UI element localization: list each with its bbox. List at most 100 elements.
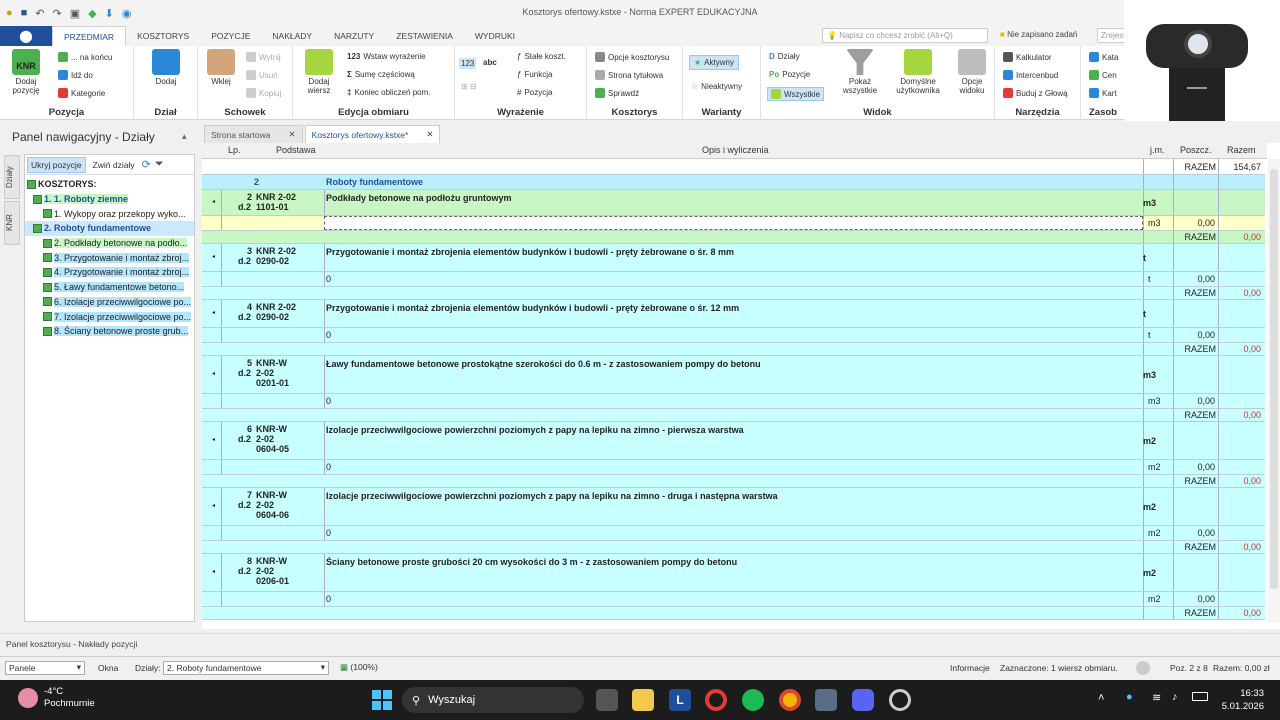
collapse-sections-button[interactable]: Zwiń działy bbox=[90, 158, 138, 172]
position-row[interactable]: ◂ 2 KNR 2-02 d.2 1101-01 Podkłady betonowe na… bbox=[202, 190, 1265, 216]
unsaved-tasks[interactable]: ■ Nie zapisano zadań bbox=[1000, 30, 1077, 39]
tree-item[interactable]: 2. Roboty fundamentowe bbox=[25, 221, 194, 236]
estimate-options-button[interactable]: Opcje kosztorysu bbox=[595, 52, 669, 62]
function-button[interactable]: ƒ Funkcja bbox=[517, 70, 552, 79]
categories-button[interactable]: Kategorie bbox=[58, 88, 105, 98]
clock[interactable]: 16:33 5.01.2026 bbox=[1214, 687, 1264, 713]
end-calc-button[interactable]: ‡ Koniec obliczeń pom. bbox=[347, 88, 431, 97]
calc-row[interactable]: 0 t 0,00 bbox=[202, 328, 1265, 343]
expand-arrow-icon[interactable]: ◂ bbox=[212, 502, 215, 509]
tree-item[interactable]: 5. Ławy fundamentowe betono... bbox=[25, 280, 194, 295]
buduj-button[interactable]: Buduj z Głową bbox=[1003, 88, 1068, 98]
tree-item[interactable]: 7. Izolacje przeciwwilgociowe po... bbox=[25, 309, 194, 324]
expand-arrow-icon[interactable]: ◂ bbox=[212, 198, 215, 205]
prices-button[interactable]: Cen bbox=[1089, 70, 1117, 80]
show-all-button[interactable]: Pokaż wszystkie bbox=[833, 49, 887, 95]
tree-item[interactable]: 1. 1. Roboty ziemne bbox=[25, 192, 194, 207]
refresh-icon[interactable]: ⟳ bbox=[142, 158, 151, 171]
text-mode-button[interactable]: abc bbox=[483, 58, 497, 67]
insert-expression-button[interactable]: 123 Wstaw wyrażenie bbox=[347, 52, 426, 61]
title-page-button[interactable]: Strona tytułowa bbox=[595, 70, 663, 80]
tree-item[interactable]: 1. Wykopy oraz przekopy wyko... bbox=[25, 206, 194, 221]
view-options-button[interactable]: Opcje widoku bbox=[951, 49, 993, 95]
app-menu-button[interactable]: ⬤ bbox=[0, 26, 52, 46]
vertical-scrollbar[interactable] bbox=[1268, 159, 1280, 623]
l-app-icon[interactable]: L bbox=[669, 689, 691, 711]
numeric-mode-button[interactable]: 123 bbox=[459, 58, 477, 69]
tab-zestawienia[interactable]: ZESTAWIENIA bbox=[385, 26, 464, 46]
add-row-button[interactable]: Dodaj wiersz bbox=[297, 49, 341, 95]
tree-item[interactable]: 8. Ściany betonowe proste grub... bbox=[25, 324, 194, 339]
tab-pozycje[interactable]: POZYCJE bbox=[200, 26, 261, 46]
calc-edit-field[interactable] bbox=[324, 216, 1143, 230]
tab-kosztorys[interactable]: KOSZTORYS bbox=[126, 26, 200, 46]
paste-button[interactable]: Wklej bbox=[204, 49, 238, 86]
info-label[interactable]: Informacje bbox=[950, 663, 990, 673]
cut-button[interactable]: Wytnij bbox=[246, 52, 281, 62]
tray-chevron-icon[interactable]: ˄ bbox=[1098, 692, 1104, 704]
copy-button[interactable]: Kopiuj bbox=[246, 88, 281, 98]
microphone-icon[interactable]: ● bbox=[1126, 691, 1133, 703]
tab-naklady[interactable]: NAKŁADY bbox=[261, 26, 323, 46]
expand-arrow-icon[interactable]: ◂ bbox=[212, 568, 215, 575]
file-explorer-icon[interactable] bbox=[632, 689, 654, 711]
opera-icon[interactable] bbox=[705, 689, 727, 711]
scrollbar-thumb[interactable] bbox=[1270, 169, 1278, 589]
expand-arrow-icon[interactable]: ◂ bbox=[212, 253, 215, 260]
zoom-indicator[interactable]: ▦ (100%) bbox=[340, 662, 378, 673]
calc-row[interactable]: m3 0,00 bbox=[202, 216, 1265, 231]
expand-arrow-icon[interactable]: ◂ bbox=[212, 436, 215, 443]
tree-item[interactable]: 4. Przygotowanie i montaż zbroj... bbox=[25, 265, 194, 280]
tab-wydruki[interactable]: WYDRUKI bbox=[464, 26, 526, 46]
calculator-button[interactable]: Kalkulator bbox=[1003, 52, 1052, 62]
header-razem[interactable]: Razem bbox=[1227, 145, 1256, 155]
sections-view-button[interactable]: D Działy bbox=[769, 52, 800, 61]
tree-item[interactable]: 3. Przygotowanie i montaż zbroj... bbox=[25, 250, 194, 265]
position-total-row[interactable]: RAZEM 0,00 bbox=[202, 607, 1265, 620]
wifi-icon[interactable]: ≋ bbox=[1152, 691, 1161, 704]
position-total-row[interactable]: RAZEM 0,00 bbox=[202, 541, 1265, 554]
position-row[interactable]: ◂ 4 KNR 2-02 d.2 0290-02 Przygotowanie i mont… bbox=[202, 300, 1265, 328]
hide-positions-button[interactable]: Ukryj pozycje bbox=[27, 156, 86, 173]
task-view-icon[interactable] bbox=[596, 689, 618, 711]
position-total-row[interactable]: RAZEM 0,00 bbox=[202, 287, 1265, 300]
tab-narzuty[interactable]: NARZUTY bbox=[323, 26, 385, 46]
header-opis[interactable]: Opis i wyliczenia bbox=[702, 145, 769, 155]
header-lp[interactable]: Lp. bbox=[228, 145, 241, 155]
discord-icon[interactable] bbox=[852, 689, 874, 711]
calc-row[interactable]: 0 m3 0,00 bbox=[202, 394, 1265, 409]
panel-status-label[interactable]: Panel kosztorysu - Nakłady pozycji bbox=[6, 639, 137, 649]
vtab-dzialy[interactable]: Działy bbox=[4, 155, 20, 199]
position-total-row[interactable]: RAZEM 0,00 bbox=[202, 409, 1265, 422]
header-jm[interactable]: j.m. bbox=[1150, 145, 1165, 155]
catalog-button[interactable]: Kata bbox=[1089, 52, 1118, 62]
position-row[interactable]: ◂ 7 KNR-W d.2 2-02 0604-06 Izolacje przeciwwil… bbox=[202, 488, 1265, 526]
check-button[interactable]: Sprawdź bbox=[595, 88, 639, 98]
calc-row[interactable]: 0 t 0,00 bbox=[202, 272, 1265, 287]
positions-view-button[interactable]: Po Pozycje bbox=[769, 70, 810, 79]
windows-label[interactable]: Okna bbox=[98, 663, 118, 673]
tree-item[interactable]: 2. Podkłady betonowe na podło... bbox=[25, 236, 194, 251]
constants-button[interactable]: ƒ Stałe koszt. bbox=[517, 52, 566, 61]
taskbar-search[interactable]: ⚲ Wyszukaj bbox=[402, 687, 584, 713]
tell-me-input[interactable]: 💡 Napisz co chcesz zrobić (Alt+Q) bbox=[822, 28, 988, 43]
header-podstawa[interactable]: Podstawa bbox=[276, 145, 316, 155]
user-default-button[interactable]: Domyślne użytkownika bbox=[889, 49, 947, 95]
cards-button[interactable]: Kart bbox=[1089, 88, 1117, 98]
section-row[interactable]: 2 Roboty fundamentowe bbox=[202, 175, 1265, 190]
calc-row[interactable]: 0 m2 0,00 bbox=[202, 526, 1265, 541]
tree-item[interactable]: KOSZTORYS: bbox=[25, 177, 194, 192]
position-row[interactable]: ◂ 6 KNR-W d.2 2-02 0604-05 Izolacje przeciwwil… bbox=[202, 422, 1265, 460]
tab-start-page[interactable]: Strona startowa ✕ bbox=[204, 125, 303, 143]
position-row[interactable]: ◂ 8 KNR-W d.2 2-02 0206-01 Ściany betonowe pro… bbox=[202, 554, 1265, 592]
settings-icon[interactable] bbox=[889, 689, 911, 711]
battery-icon[interactable] bbox=[1192, 692, 1208, 701]
close-icon[interactable]: ✕ bbox=[426, 129, 433, 140]
active-variant-button[interactable]: ★ Aktywny bbox=[689, 55, 739, 70]
position-total-row[interactable]: RAZEM 0,00 bbox=[202, 343, 1265, 356]
close-icon[interactable]: ✕ bbox=[289, 129, 296, 140]
go-to-button[interactable]: Idź do bbox=[58, 70, 93, 80]
volume-icon[interactable]: ♪ bbox=[1172, 691, 1178, 703]
at-end-button[interactable]: ... na końcu bbox=[58, 52, 112, 62]
expand-arrow-icon[interactable]: ◂ bbox=[212, 370, 215, 377]
